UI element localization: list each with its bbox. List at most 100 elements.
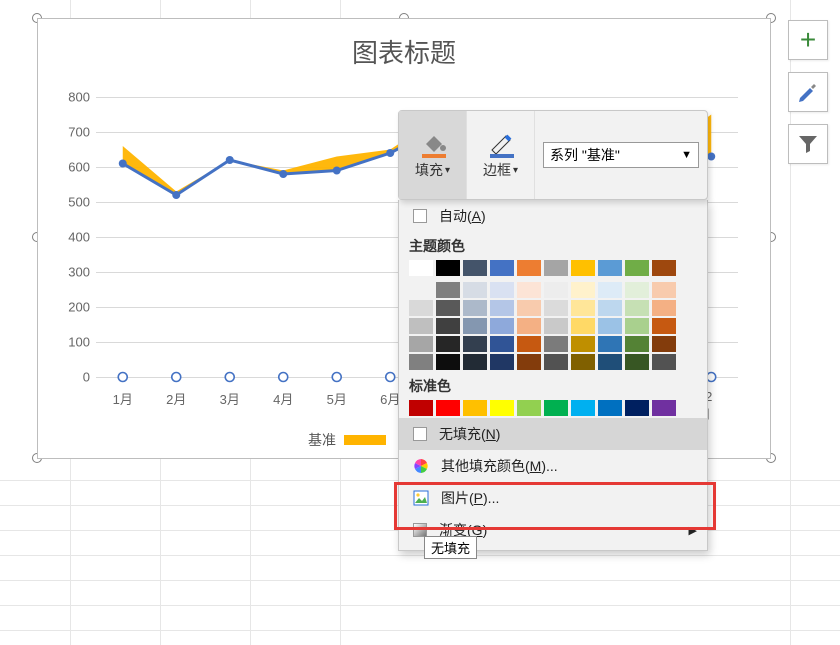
chart-elements-button[interactable]: + <box>788 20 828 60</box>
color-swatch[interactable] <box>463 336 487 352</box>
series-marker[interactable] <box>333 167 341 175</box>
color-swatch[interactable] <box>409 300 433 316</box>
color-swatch[interactable] <box>625 260 649 276</box>
color-swatch[interactable] <box>652 336 676 352</box>
color-swatch[interactable] <box>598 282 622 298</box>
series-marker[interactable] <box>707 153 715 161</box>
color-swatch[interactable] <box>544 336 568 352</box>
chart-filters-button[interactable] <box>788 124 828 164</box>
color-swatch[interactable] <box>490 336 514 352</box>
chevron-down-icon: ▾ <box>445 165 450 176</box>
filter-icon <box>797 133 819 155</box>
color-swatch[interactable] <box>571 400 595 416</box>
color-swatch[interactable] <box>517 354 541 370</box>
color-swatch[interactable] <box>517 400 541 416</box>
color-swatch[interactable] <box>490 260 514 276</box>
color-swatch[interactable] <box>409 336 433 352</box>
color-swatch[interactable] <box>490 300 514 316</box>
color-swatch[interactable] <box>571 318 595 334</box>
color-swatch[interactable] <box>652 318 676 334</box>
series-marker[interactable] <box>119 160 127 168</box>
color-swatch[interactable] <box>517 336 541 352</box>
color-swatch[interactable] <box>571 260 595 276</box>
fill-automatic-item[interactable]: 自动(A) <box>399 200 707 232</box>
color-swatch[interactable] <box>598 300 622 316</box>
color-swatch[interactable] <box>598 318 622 334</box>
color-swatch[interactable] <box>463 300 487 316</box>
color-swatch[interactable] <box>625 318 649 334</box>
color-swatch[interactable] <box>652 354 676 370</box>
color-swatch[interactable] <box>544 318 568 334</box>
color-swatch[interactable] <box>409 282 433 298</box>
color-swatch[interactable] <box>436 318 460 334</box>
series-marker[interactable] <box>279 170 287 178</box>
color-swatch[interactable] <box>652 400 676 416</box>
picture-fill-item[interactable]: 图片(P)... <box>399 482 707 514</box>
color-swatch[interactable] <box>463 260 487 276</box>
color-swatch[interactable] <box>409 400 433 416</box>
chart-styles-button[interactable] <box>788 72 828 112</box>
color-wheel-icon <box>413 458 429 474</box>
color-swatch[interactable] <box>571 300 595 316</box>
color-swatch[interactable] <box>463 282 487 298</box>
color-swatch[interactable] <box>436 300 460 316</box>
color-swatch[interactable] <box>652 300 676 316</box>
standard-colors-header: 标准色 <box>399 372 707 400</box>
color-swatch[interactable] <box>544 260 568 276</box>
color-swatch[interactable] <box>625 336 649 352</box>
color-swatch[interactable] <box>490 318 514 334</box>
color-swatch[interactable] <box>436 282 460 298</box>
color-swatch[interactable] <box>490 282 514 298</box>
color-swatch[interactable] <box>517 300 541 316</box>
chart-side-buttons: + <box>788 20 832 176</box>
color-swatch[interactable] <box>436 336 460 352</box>
color-swatch[interactable] <box>436 400 460 416</box>
color-swatch[interactable] <box>625 300 649 316</box>
color-swatch[interactable] <box>598 400 622 416</box>
color-swatch[interactable] <box>544 354 568 370</box>
color-swatch[interactable] <box>409 354 433 370</box>
gradient-icon <box>413 523 427 537</box>
outline-button[interactable]: 边框▾ <box>467 111 535 199</box>
menu-item-label: 其他填充颜色(M)... <box>441 456 558 476</box>
color-swatch[interactable] <box>652 282 676 298</box>
color-swatch[interactable] <box>463 400 487 416</box>
color-swatch[interactable] <box>571 354 595 370</box>
color-swatch[interactable] <box>409 318 433 334</box>
color-swatch[interactable] <box>598 336 622 352</box>
y-axis-tick: 0 <box>52 370 90 385</box>
color-swatch[interactable] <box>490 400 514 416</box>
color-swatch[interactable] <box>463 318 487 334</box>
chart-title[interactable]: 图表标题 <box>38 19 770 76</box>
color-swatch[interactable] <box>463 354 487 370</box>
swatch-icon <box>413 209 427 223</box>
series-marker[interactable] <box>172 191 180 199</box>
color-swatch[interactable] <box>625 282 649 298</box>
legend-item-baseline[interactable]: 基准 <box>308 430 392 450</box>
series-marker[interactable] <box>386 149 394 157</box>
color-swatch[interactable] <box>490 354 514 370</box>
no-fill-item[interactable]: 无填充(N) <box>399 418 707 450</box>
color-swatch[interactable] <box>598 354 622 370</box>
color-swatch[interactable] <box>571 336 595 352</box>
color-swatch[interactable] <box>436 260 460 276</box>
color-swatch[interactable] <box>517 318 541 334</box>
color-swatch[interactable] <box>598 260 622 276</box>
color-swatch[interactable] <box>544 282 568 298</box>
color-swatch[interactable] <box>517 282 541 298</box>
menu-item-label: 无填充(N) <box>439 424 500 444</box>
series-combobox[interactable]: 系列 "基准" ▼ <box>543 142 699 168</box>
color-swatch[interactable] <box>409 260 433 276</box>
more-fill-colors-item[interactable]: 其他填充颜色(M)... <box>399 450 707 482</box>
color-swatch[interactable] <box>652 260 676 276</box>
color-swatch[interactable] <box>517 260 541 276</box>
color-swatch[interactable] <box>436 354 460 370</box>
color-swatch[interactable] <box>544 300 568 316</box>
fill-button[interactable]: 填充▾ <box>399 111 467 199</box>
brush-icon <box>796 80 820 104</box>
color-swatch[interactable] <box>625 400 649 416</box>
color-swatch[interactable] <box>544 400 568 416</box>
color-swatch[interactable] <box>625 354 649 370</box>
series-marker[interactable] <box>226 156 234 164</box>
color-swatch[interactable] <box>571 282 595 298</box>
